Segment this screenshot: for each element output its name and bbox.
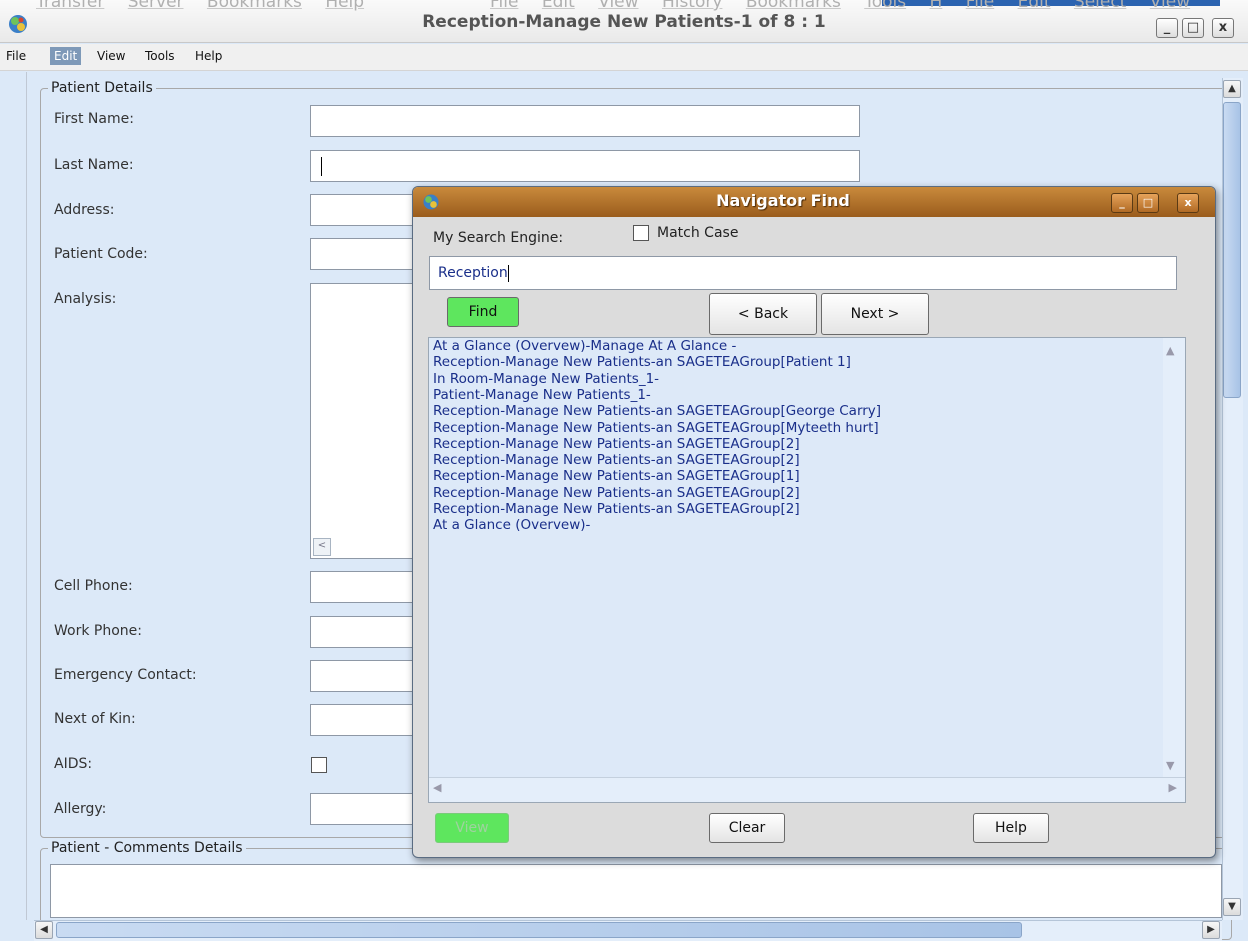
ghost-menu-item: Edit bbox=[541, 0, 575, 12]
next-of-kin-label: Next of Kin: bbox=[54, 711, 136, 727]
next-button[interactable]: Next > bbox=[821, 293, 929, 335]
ghost-menu-item: File bbox=[490, 0, 519, 12]
last-name-field[interactable] bbox=[310, 150, 860, 182]
allergy-label: Allergy: bbox=[54, 801, 107, 817]
search-engine-label: My Search Engine: bbox=[433, 230, 564, 246]
patient-code-label: Patient Code: bbox=[54, 246, 148, 262]
result-item[interactable]: Reception-Manage New Patients-an SAGETEA… bbox=[433, 436, 800, 452]
clear-button[interactable]: Clear bbox=[709, 813, 785, 843]
work-phone-label: Work Phone: bbox=[54, 623, 142, 639]
results-scroll-left-icon[interactable]: ◀ bbox=[433, 781, 441, 794]
match-case-label: Match Case bbox=[657, 225, 739, 241]
ghost-menu-item: View bbox=[1149, 0, 1191, 12]
results-scroll-right-icon[interactable]: ▶ bbox=[1169, 781, 1177, 794]
ghost-menu-item: Server bbox=[127, 0, 184, 12]
ghost-menu-item: Edit bbox=[1017, 0, 1051, 12]
result-item[interactable]: At a Glance (Overvew)-Manage At A Glance… bbox=[433, 338, 736, 354]
window-title: Reception-Manage New Patients-1 of 8 : 1 bbox=[422, 12, 826, 32]
menubar: File Edit View Tools Help bbox=[0, 44, 1248, 71]
ghost-menu-item: Bookmarks bbox=[745, 0, 841, 12]
scroll-right-icon[interactable]: ▶ bbox=[1202, 921, 1220, 939]
result-item[interactable]: Reception-Manage New Patients-an SAGETEA… bbox=[433, 452, 800, 468]
patient-details-legend: Patient Details bbox=[48, 80, 156, 96]
analysis-label: Analysis: bbox=[54, 291, 117, 307]
window-titlebar: Transfer Server Bookmarks Help File Edit… bbox=[0, 0, 1248, 43]
ghost-menu-item: View bbox=[598, 0, 639, 12]
results-scroll-down-icon[interactable]: ▼ bbox=[1166, 759, 1174, 772]
result-item[interactable]: At a Glance (Overvew)- bbox=[433, 517, 590, 533]
aids-label: AIDS: bbox=[54, 756, 93, 772]
menu-edit[interactable]: Edit bbox=[50, 47, 82, 65]
menu-file[interactable]: File bbox=[2, 47, 30, 65]
search-results-list[interactable]: At a Glance (Overvew)-Manage At A Glance… bbox=[428, 337, 1186, 803]
cell-phone-label: Cell Phone: bbox=[54, 578, 133, 594]
result-item[interactable]: Patient-Manage New Patients_1- bbox=[433, 387, 651, 403]
results-horizontal-scrollbar[interactable]: ◀ ▶ bbox=[429, 777, 1185, 802]
text-cursor bbox=[321, 157, 322, 176]
comments-legend: Patient - Comments Details bbox=[48, 840, 246, 856]
menu-tools[interactable]: Tools bbox=[141, 47, 179, 65]
result-item[interactable]: Reception-Manage New Patients-an SAGETEA… bbox=[433, 501, 800, 517]
menu-view[interactable]: View bbox=[93, 47, 129, 65]
results-vertical-scrollbar[interactable]: ▲ ▼ bbox=[1163, 338, 1185, 778]
ghost-menu-item: Help bbox=[325, 0, 365, 12]
match-case-checkbox[interactable] bbox=[633, 225, 649, 241]
ghost-menu-item: Bookmarks bbox=[206, 0, 302, 12]
help-button[interactable]: Help bbox=[973, 813, 1049, 843]
dialog-close-button[interactable]: x bbox=[1177, 193, 1199, 213]
result-item[interactable]: Reception-Manage New Patients-an SAGETEA… bbox=[433, 485, 800, 501]
result-item[interactable]: Reception-Manage New Patients-an SAGETEA… bbox=[433, 354, 851, 370]
ghost-menu-item: Transfer bbox=[36, 0, 105, 12]
first-name-field[interactable] bbox=[310, 105, 860, 137]
address-label: Address: bbox=[54, 202, 115, 218]
main-scroll-thumb[interactable] bbox=[1223, 102, 1241, 398]
result-item[interactable]: Reception-Manage New Patients-an SAGETEA… bbox=[433, 420, 879, 436]
analysis-scroll-left-icon[interactable]: < bbox=[313, 538, 331, 556]
find-button[interactable]: Find bbox=[447, 297, 519, 327]
back-button[interactable]: < Back bbox=[709, 293, 817, 335]
result-item[interactable]: Reception-Manage New Patients-an SAGETEA… bbox=[433, 468, 800, 484]
scroll-left-icon[interactable]: ◀ bbox=[35, 921, 53, 939]
horizontal-scroll-thumb[interactable] bbox=[56, 922, 1022, 938]
menu-help[interactable]: Help bbox=[191, 47, 226, 65]
aids-checkbox[interactable] bbox=[311, 757, 327, 773]
result-item[interactable]: In Room-Manage New Patients_1- bbox=[433, 371, 659, 387]
background-menu-ghost: Transfer Server Bookmarks Help bbox=[36, 0, 382, 12]
ghost-menu-item: History bbox=[661, 0, 723, 12]
navigator-find-dialog: Navigator Find _ □ x My Search Engine: M… bbox=[412, 186, 1216, 858]
dialog-title: Navigator Find bbox=[716, 191, 850, 210]
search-input-value: Reception bbox=[438, 265, 508, 281]
maximize-button[interactable]: □ bbox=[1182, 18, 1204, 38]
ghost-menu-item: Select bbox=[1073, 0, 1127, 12]
ghost-menu-item: File bbox=[965, 0, 995, 12]
results-scroll-up-icon[interactable]: ▲ bbox=[1166, 344, 1174, 357]
first-name-label: First Name: bbox=[54, 111, 134, 127]
text-cursor bbox=[507, 264, 509, 282]
close-button[interactable]: x bbox=[1212, 18, 1234, 38]
view-button[interactable]: View bbox=[435, 813, 509, 843]
search-input[interactable]: Reception bbox=[429, 256, 1177, 290]
scroll-up-icon[interactable]: ▲ bbox=[1223, 80, 1241, 98]
dialog-maximize-button[interactable]: □ bbox=[1137, 193, 1159, 213]
minimize-button[interactable]: _ bbox=[1156, 18, 1178, 38]
ghost-menu-item: Tools bbox=[864, 0, 907, 12]
scroll-down-icon[interactable]: ▼ bbox=[1223, 898, 1241, 916]
result-item[interactable]: Reception-Manage New Patients-an SAGETEA… bbox=[433, 403, 881, 419]
emergency-contact-label: Emergency Contact: bbox=[54, 667, 197, 683]
background-menu-ghost-right: File Edit View History Bookmarks Tools H… bbox=[490, 0, 1208, 12]
dialog-minimize-button[interactable]: _ bbox=[1111, 193, 1133, 213]
ghost-menu-item: H bbox=[929, 0, 943, 12]
dialog-titlebar[interactable]: Navigator Find _ □ x bbox=[413, 187, 1215, 217]
comments-textarea[interactable] bbox=[50, 864, 1222, 918]
last-name-label: Last Name: bbox=[54, 157, 134, 173]
